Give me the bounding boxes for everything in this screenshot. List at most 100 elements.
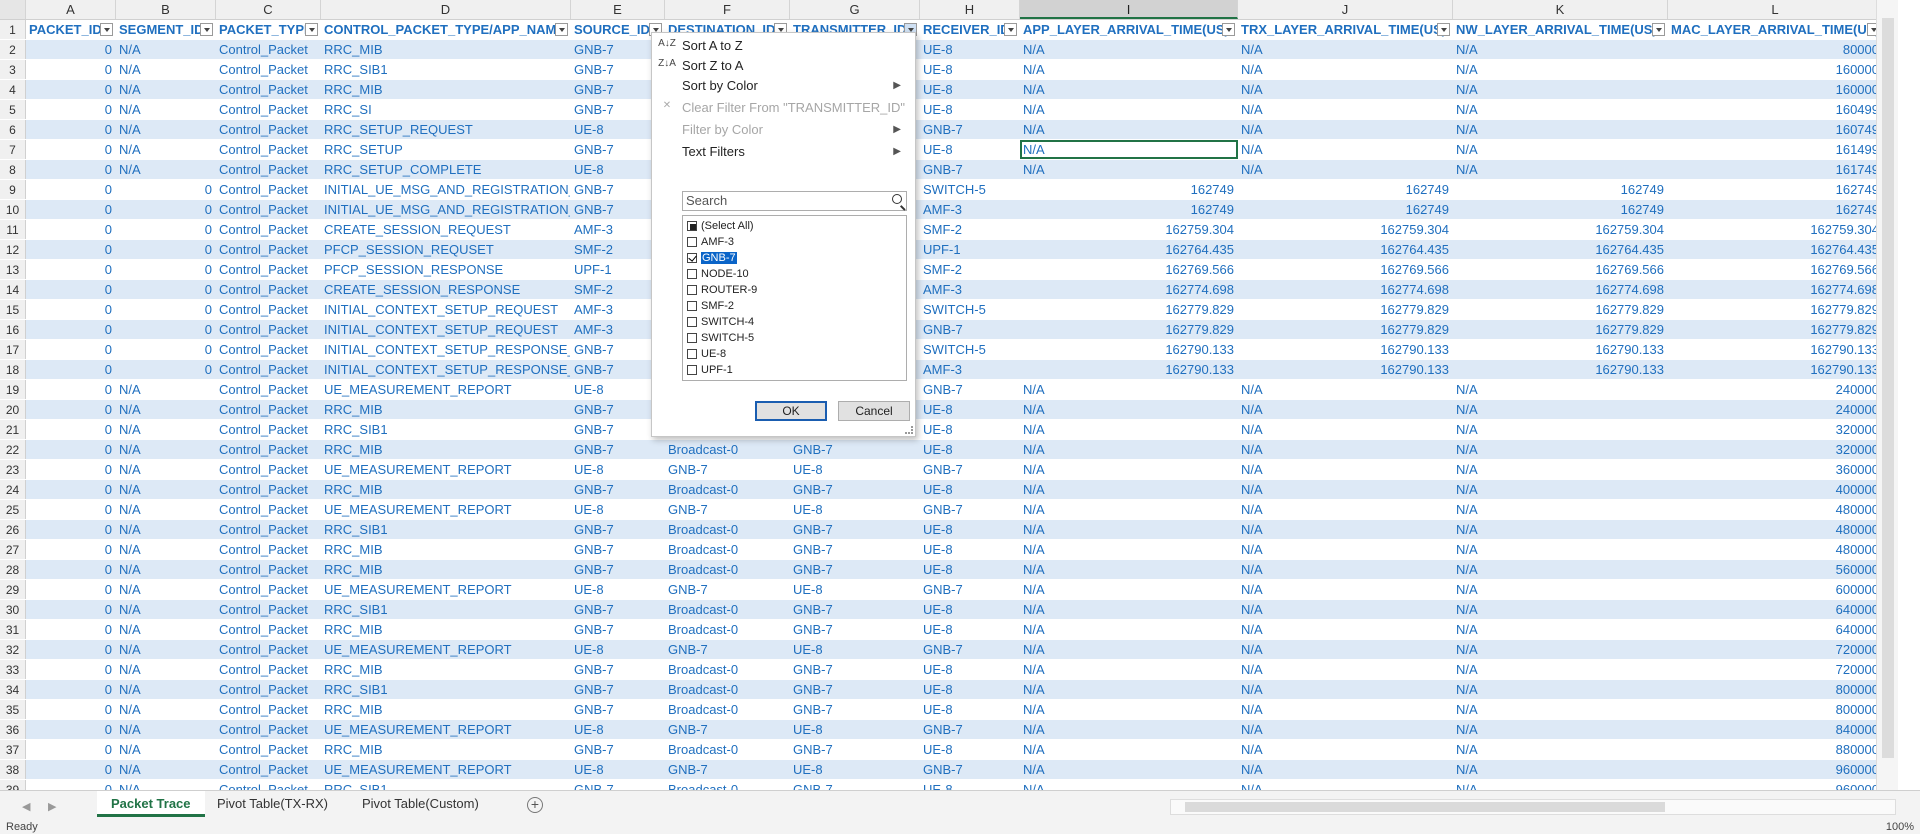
column-header[interactable]: SEGMENT_ID [116,20,216,39]
table-cell[interactable]: N/A [1453,160,1668,179]
table-cell[interactable]: Control_Packet [216,420,321,439]
table-cell[interactable]: N/A [1453,400,1668,419]
table-cell[interactable]: 161499 [1668,140,1883,159]
table-cell[interactable]: 162759.304 [1238,220,1453,239]
table-cell[interactable]: 0 [26,560,116,579]
table-cell[interactable]: GNB-7 [790,520,920,539]
table-cell[interactable]: 600000 [1668,580,1883,599]
table-cell[interactable]: GNB-7 [790,560,920,579]
table-cell[interactable]: N/A [116,580,216,599]
column-header[interactable]: TRX_LAYER_ARRIVAL_TIME(US) [1238,20,1453,39]
table-cell[interactable]: 480000 [1668,540,1883,559]
table-cell[interactable]: N/A [1238,740,1453,759]
row-number[interactable]: 3 [0,60,26,79]
vertical-scrollbar[interactable] [1876,0,1898,790]
table-cell[interactable]: N/A [116,420,216,439]
table-cell[interactable]: SMF-2 [920,220,1020,239]
table-cell[interactable]: GNB-7 [665,500,790,519]
table-cell[interactable]: INITIAL_CONTEXT_SETUP_RESPONSE_RE [321,360,571,379]
row-number[interactable]: 24 [0,480,26,499]
table-cell[interactable]: N/A [1453,140,1668,159]
horizontal-scrollbar[interactable] [1170,799,1896,815]
filter-dropdown-icon[interactable] [100,23,113,36]
table-cell[interactable]: N/A [116,60,216,79]
row-number[interactable]: 16 [0,320,26,339]
row-number[interactable]: 31 [0,620,26,639]
vertical-scroll-thumb[interactable] [1882,18,1894,758]
table-cell[interactable]: UE-8 [920,400,1020,419]
row-number[interactable]: 14 [0,280,26,299]
column-letter-a[interactable]: A [26,0,116,19]
table-cell[interactable]: GNB-7 [790,740,920,759]
table-cell[interactable]: 0 [26,740,116,759]
table-cell[interactable]: SWITCH-5 [920,180,1020,199]
table-cell[interactable]: N/A [1453,720,1668,739]
table-cell[interactable]: RRC_MIB [321,740,571,759]
table-cell[interactable]: N/A [1453,680,1668,699]
table-cell[interactable]: Control_Packet [216,680,321,699]
table-cell[interactable]: Control_Packet [216,100,321,119]
table-cell[interactable]: N/A [1238,680,1453,699]
row-number[interactable]: 9 [0,180,26,199]
table-cell[interactable]: N/A [1020,720,1238,739]
table-cell[interactable]: 162749 [1238,200,1453,219]
table-cell[interactable]: 0 [26,760,116,779]
table-cell[interactable]: N/A [1453,760,1668,779]
filter-dropdown-icon[interactable] [1652,23,1665,36]
table-cell[interactable]: 0 [26,440,116,459]
table-cell[interactable]: N/A [1453,520,1668,539]
table-cell[interactable]: 0 [26,680,116,699]
table-cell[interactable]: 640000 [1668,600,1883,619]
table-cell[interactable]: N/A [116,460,216,479]
table-cell[interactable]: Control_Packet [216,720,321,739]
table-cell[interactable]: GNB-7 [571,440,665,459]
table-cell[interactable]: N/A [1020,640,1238,659]
table-cell[interactable]: Broadcast-0 [665,780,790,790]
table-cell[interactable]: 0 [116,280,216,299]
table-cell[interactable]: N/A [1238,380,1453,399]
table-cell[interactable]: 162759.304 [1453,220,1668,239]
table-cell[interactable]: 880000 [1668,740,1883,759]
table-cell[interactable]: N/A [1020,520,1238,539]
table-cell[interactable]: N/A [1238,60,1453,79]
table-cell[interactable]: RRC_SETUP_REQUEST [321,120,571,139]
row-number[interactable]: 19 [0,380,26,399]
table-cell[interactable]: PFCP_SESSION_RESPONSE [321,260,571,279]
table-cell[interactable]: 0 [26,240,116,259]
table-cell[interactable]: GNB-7 [665,760,790,779]
table-cell[interactable]: Broadcast-0 [665,540,790,559]
worksheet-grid[interactable]: ABCDEFGHIJKLM 1PACKET_ID SEGMENT_ID PACKET… [0,0,1898,790]
table-cell[interactable]: N/A [1020,780,1238,790]
filter-option[interactable]: (Select All) [687,218,754,234]
table-cell[interactable]: N/A [1020,100,1238,119]
table-cell[interactable]: Control_Packet [216,700,321,719]
table-cell[interactable]: N/A [116,40,216,59]
row-number[interactable]: 18 [0,360,26,379]
table-cell[interactable]: N/A [1238,80,1453,99]
table-cell[interactable]: UE-8 [790,640,920,659]
table-cell[interactable]: 161749 [1668,160,1883,179]
column-letter-d[interactable]: D [321,0,571,19]
table-cell[interactable]: N/A [1020,620,1238,639]
table-cell[interactable]: GNB-7 [920,640,1020,659]
table-cell[interactable]: Broadcast-0 [665,560,790,579]
table-cell[interactable]: RRC_SIB1 [321,600,571,619]
table-cell[interactable]: 0 [26,460,116,479]
table-cell[interactable]: 0 [116,360,216,379]
table-cell[interactable]: 720000 [1668,660,1883,679]
filter-option[interactable]: UE-8 [687,346,726,362]
column-letter-i[interactable]: I [1020,0,1238,19]
row-number[interactable]: 23 [0,460,26,479]
table-cell[interactable]: N/A [1453,660,1668,679]
checkbox-icon[interactable] [687,365,697,375]
table-cell[interactable]: UE-8 [920,740,1020,759]
table-cell[interactable]: N/A [1238,660,1453,679]
column-header[interactable]: PACKET_ID [26,20,116,39]
table-cell[interactable]: N/A [1238,780,1453,790]
filter-option[interactable]: ROUTER-9 [687,282,757,298]
table-cell[interactable]: N/A [1020,560,1238,579]
table-cell[interactable]: 0 [26,780,116,790]
table-cell[interactable]: 0 [26,520,116,539]
table-cell[interactable]: N/A [116,480,216,499]
table-cell[interactable]: N/A [116,720,216,739]
